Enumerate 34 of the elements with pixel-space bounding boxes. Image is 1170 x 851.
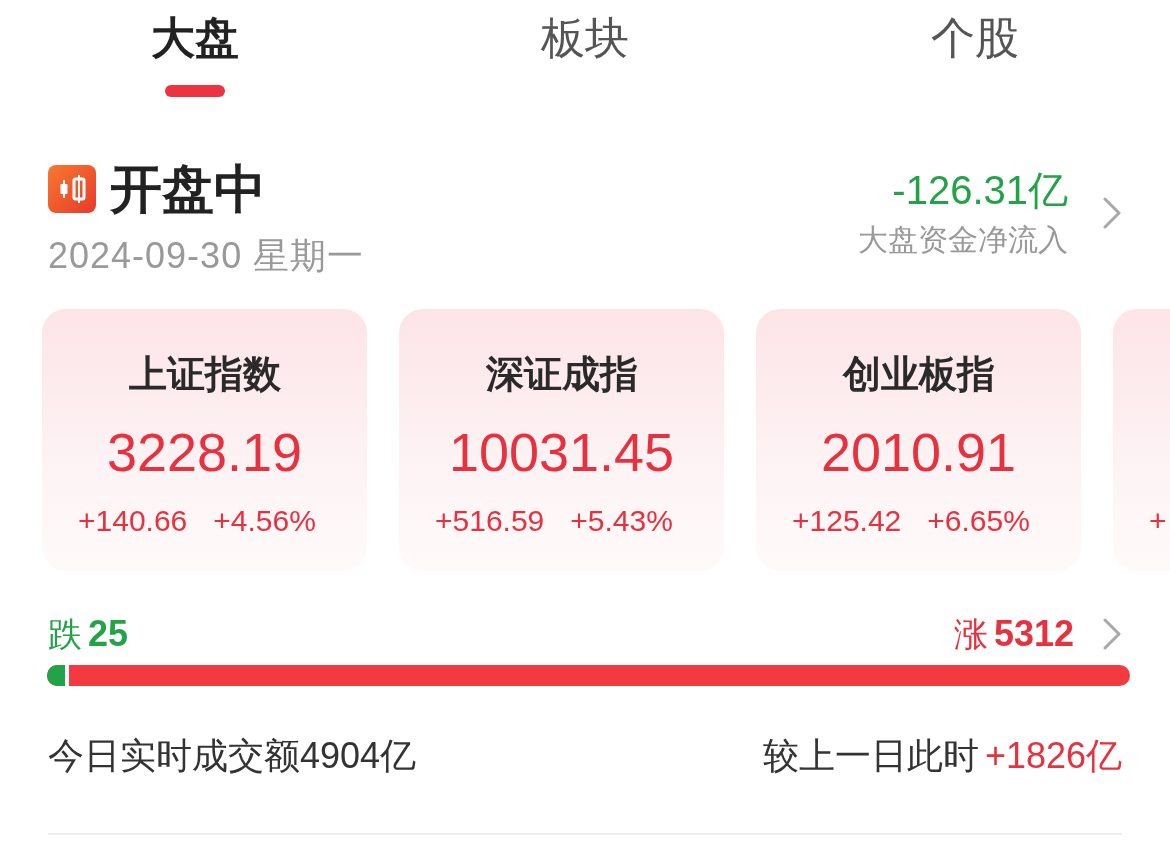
index-change: +125.42 bbox=[792, 502, 902, 539]
turnover-text: 今日实时成交额4904亿 bbox=[48, 733, 417, 778]
tab[interactable]: 个股 bbox=[927, 0, 1023, 101]
index-value: 10031.45 bbox=[447, 420, 676, 483]
chevron-right-icon[interactable] bbox=[1102, 617, 1122, 650]
index-change: +516.59 bbox=[435, 502, 545, 539]
comparison-label: 较上一日此时 bbox=[762, 733, 979, 778]
market-status-label: 开盘中 bbox=[110, 158, 266, 220]
index-card[interactable]: 创业板指 2010.91 +125.42 +6.65% bbox=[756, 308, 1081, 571]
tab[interactable]: 大盘 bbox=[147, 0, 243, 101]
advance-count: 5312 bbox=[993, 612, 1074, 655]
decline-count: 25 bbox=[88, 612, 129, 655]
index-card[interactable]: + bbox=[1113, 308, 1170, 571]
index-change-percent: +6.65% bbox=[927, 502, 1030, 539]
comparison-value: +1826亿 bbox=[984, 733, 1122, 778]
index-card[interactable]: 上证指数 3228.19 +140.66 +4.56% bbox=[42, 308, 367, 571]
index-change-percent: +4.56% bbox=[213, 502, 316, 539]
decline-label: 跌 bbox=[48, 613, 82, 655]
advance-label: 涨 bbox=[953, 613, 988, 655]
index-change-percent: +5.43% bbox=[570, 502, 673, 539]
chevron-right-icon[interactable] bbox=[1102, 196, 1122, 229]
index-change: + bbox=[1149, 502, 1167, 539]
index-change: +140.66 bbox=[78, 502, 188, 539]
candlestick-icon bbox=[48, 164, 96, 213]
net-flow-value: -126.31亿 bbox=[891, 166, 1068, 214]
index-value: 2010.91 bbox=[819, 420, 1018, 483]
index-value: 3228.19 bbox=[105, 420, 304, 483]
net-flow-label: 大盘资金净流入 bbox=[858, 221, 1068, 258]
index-name: 创业板指 bbox=[841, 351, 996, 397]
date-text: 2024-09-30 星期一 bbox=[48, 233, 365, 278]
index-name: 深证成指 bbox=[484, 351, 639, 397]
index-card[interactable]: 深证成指 10031.45 +516.59 +5.43% bbox=[399, 308, 724, 571]
tab[interactable]: 板块 bbox=[537, 0, 633, 101]
index-name: 上证指数 bbox=[127, 351, 282, 397]
